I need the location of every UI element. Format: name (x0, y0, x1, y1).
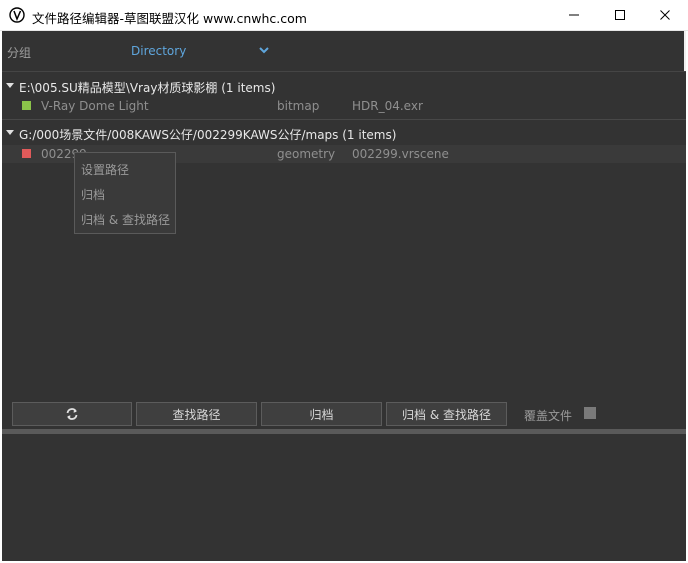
minimize-button[interactable] (551, 0, 597, 30)
expand-triangle-icon (6, 83, 14, 88)
group-header[interactable]: G:/000场景文件/008KAWS公仔/002299KAWS公仔/maps (… (2, 122, 686, 144)
group-header[interactable]: E:\005.SU精品模型\Vray材质球影棚 (1 items) (2, 75, 686, 97)
group-divider (2, 119, 686, 120)
refresh-icon (66, 408, 78, 420)
table-row[interactable]: V-Ray Dome Light bitmap HDR_04.exr (2, 97, 686, 115)
menu-item-archive-find[interactable]: 归档 & 查找路径 (81, 211, 170, 228)
asset-type: bitmap (277, 99, 320, 113)
find-path-button[interactable]: 查找路径 (136, 402, 257, 426)
menu-item-archive[interactable]: 归档 (81, 186, 105, 203)
chevron-down-icon (259, 47, 269, 54)
log-panel (2, 434, 686, 561)
menu-item-set-path[interactable]: 设置路径 (81, 161, 129, 178)
close-icon (660, 10, 670, 20)
group-header-label: G:/000场景文件/008KAWS公仔/002299KAWS公仔/maps (… (19, 128, 397, 142)
archive-button[interactable]: 归档 (261, 402, 382, 426)
asset-file: 002299.vrscene (352, 147, 449, 161)
asset-file: HDR_04.exr (352, 99, 423, 113)
overwrite-files-label: 覆盖文件 (524, 409, 573, 423)
archive-find-path-button[interactable]: 归档 & 查找路径 (386, 402, 507, 426)
status-swatch (22, 149, 31, 158)
overwrite-files-checkbox[interactable] (584, 407, 596, 419)
maximize-icon (615, 10, 625, 20)
group-by-value: Directory (131, 44, 187, 58)
refresh-button[interactable] (12, 402, 132, 426)
window-title: 文件路径编辑器-草图联盟汉化 www.cnwhc.com (32, 11, 307, 26)
asset-name: V-Ray Dome Light (41, 99, 149, 113)
close-button[interactable] (642, 0, 688, 30)
maximize-button[interactable] (597, 0, 643, 30)
title-bar: 文件路径编辑器-草图联盟汉化 www.cnwhc.com (0, 0, 688, 31)
context-menu: 设置路径 归档 归档 & 查找路径 (74, 152, 176, 234)
status-swatch (22, 101, 31, 110)
group-by-bar: 分组 Directory (2, 31, 686, 72)
expand-triangle-icon (6, 130, 14, 135)
group-by-dropdown[interactable]: Directory (128, 39, 278, 63)
group-header-label: E:\005.SU精品模型\Vray材质球影棚 (1 items) (19, 81, 276, 95)
asset-type: geometry (277, 147, 336, 161)
group-by-label: 分组 (7, 46, 32, 60)
app-logo-icon (9, 7, 25, 23)
file-path-editor-panel: 分组 Directory E:\005.SU精品模型\Vray材质球影棚 (1 … (2, 31, 686, 561)
minimize-icon (569, 14, 579, 16)
